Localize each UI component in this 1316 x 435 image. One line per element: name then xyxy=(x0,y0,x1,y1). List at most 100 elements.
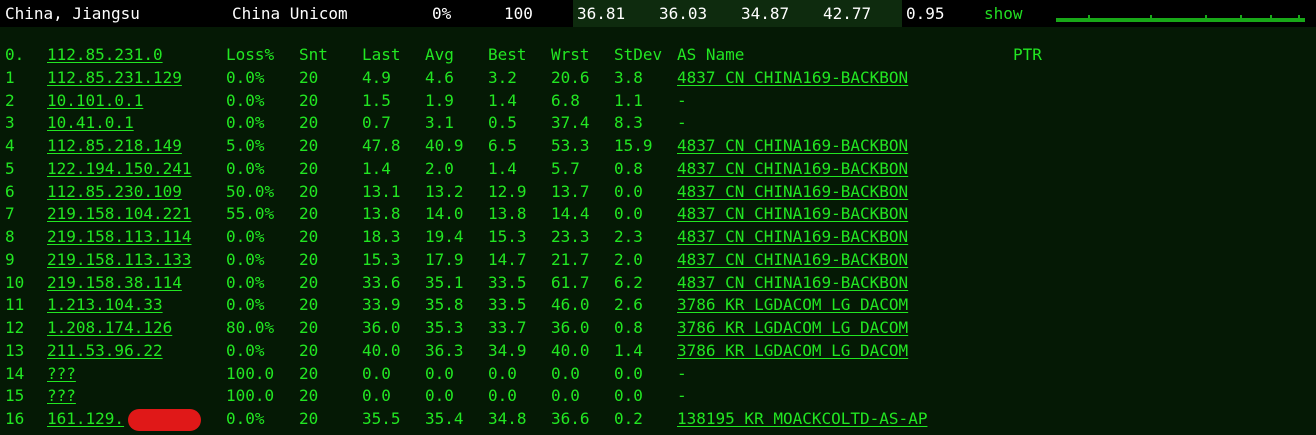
snt-cell: 20 xyxy=(299,113,319,133)
last-cell: 36.0 xyxy=(362,318,401,337)
show-button[interactable]: show xyxy=(984,0,1023,27)
snt-cell: 20 xyxy=(299,272,319,292)
wrst-cell: 61.7 xyxy=(551,272,590,292)
last-cell: 0.0 xyxy=(362,363,391,383)
stdev-cell: 0.2 xyxy=(614,409,643,428)
asname-cell[interactable]: 3786 KR LGDACOM LG DACOM xyxy=(677,340,908,362)
asname-cell[interactable]: 3786 KR LGDACOM LG DACOM xyxy=(677,294,908,316)
avg-cell: 36.3 xyxy=(425,340,464,360)
stdev-cell: 2.6 xyxy=(614,295,643,315)
asname-cell[interactable]: 4837 CN CHINA169-BACKBON xyxy=(677,249,908,271)
asname-cell[interactable]: 4837 CN CHINA169-BACKBON xyxy=(677,135,908,157)
best-cell: 0.5 xyxy=(488,113,517,133)
hop-number: 6 xyxy=(5,181,15,201)
hop-host-link[interactable]: 219.158.113.133 xyxy=(47,249,192,271)
best-cell: 15.3 xyxy=(488,227,527,246)
hop-host-link[interactable]: 219.158.104.221 xyxy=(47,203,192,225)
snt-header: Snt xyxy=(299,45,328,64)
hop-number: 11 xyxy=(5,295,25,315)
hop-number: 1 xyxy=(5,67,15,87)
loss-cell: 0.0% xyxy=(226,272,265,292)
best-value: 34.87 xyxy=(741,4,790,23)
asname-cell[interactable]: 4837 CN CHINA169-BACKBON xyxy=(677,272,908,294)
avg-cell: 35.3 xyxy=(425,318,464,337)
last-cell: 33.9 xyxy=(362,295,401,315)
last-value: 36.81 xyxy=(577,4,626,23)
wrst-cell: 23.3 xyxy=(551,227,590,246)
hop-host-link[interactable]: 1.213.104.33 xyxy=(47,294,163,316)
hop-host-link[interactable]: 1.208.174.126 xyxy=(47,317,172,339)
avg-cell: 3.1 xyxy=(425,113,454,133)
isp-label: China Unicom xyxy=(232,4,348,23)
asname-cell: - xyxy=(677,113,687,133)
hop-host-link[interactable]: 10.101.0.1 xyxy=(47,90,143,112)
asname-cell[interactable]: 4837 CN CHINA169-BACKBON xyxy=(677,203,908,225)
hop-host-link[interactable]: 112.85.231.129 xyxy=(47,67,182,89)
asname-cell: - xyxy=(677,386,687,406)
table-row: 3 10.41.0.1 0.0% 20 0.7 3.1 0.5 37.4 8.3 - xyxy=(0,112,1316,134)
stdev-cell: 15.9 xyxy=(614,136,653,155)
hop-host-link[interactable]: ??? xyxy=(47,385,76,407)
sparkline-tick xyxy=(1240,15,1242,18)
asname-cell[interactable]: 4837 CN CHINA169-BACKBON xyxy=(677,226,908,248)
hop-host-link[interactable]: 161.129. xyxy=(47,408,124,430)
snt-cell: 20 xyxy=(299,67,319,87)
hop-host-link[interactable]: 10.41.0.1 xyxy=(47,112,134,134)
asname-cell[interactable]: 3786 KR LGDACOM LG DACOM xyxy=(677,317,908,339)
avg-cell: 35.1 xyxy=(425,272,464,292)
best-cell: 3.2 xyxy=(488,67,517,87)
table-row: 4 112.85.218.149 5.0% 20 47.8 40.9 6.5 53.3 15.9… xyxy=(0,135,1316,157)
table-row: 12 1.208.174.126 80.0% 20 36.0 35.3 33.7 36.0 0.… xyxy=(0,317,1316,339)
best-cell: 0.0 xyxy=(488,386,517,406)
avg-cell: 4.6 xyxy=(425,67,454,87)
snt-cell: 20 xyxy=(299,136,319,155)
redaction-mark xyxy=(128,409,201,431)
best-cell: 12.9 xyxy=(488,181,527,201)
last-cell: 1.5 xyxy=(362,90,391,110)
hop-host-link[interactable]: 219.158.113.114 xyxy=(47,226,192,248)
hop-host-link[interactable]: 122.194.150.241 xyxy=(47,158,192,180)
sparkline-tick xyxy=(1205,15,1207,18)
loss-cell: 0.0% xyxy=(226,249,265,269)
hop-host-link[interactable]: 211.53.96.22 xyxy=(47,340,163,362)
snt-cell: 20 xyxy=(299,295,319,315)
last-cell: 13.8 xyxy=(362,204,401,224)
hop-host-link[interactable]: 112.85.218.149 xyxy=(47,135,182,157)
hop-number: 14 xyxy=(5,363,25,383)
avg-cell: 0.0 xyxy=(425,363,454,383)
last-cell: 40.0 xyxy=(362,340,401,360)
hop-number: 10 xyxy=(5,272,25,292)
snt-cell: 20 xyxy=(299,318,319,337)
last-cell: 0.0 xyxy=(362,386,391,406)
summary-bar: China, Jiangsu China Unicom 0% 100 36.81… xyxy=(0,0,1316,27)
table-row: 5 122.194.150.241 0.0% 20 1.4 2.0 1.4 5.7 0.8 483… xyxy=(0,158,1316,180)
last-cell: 0.7 xyxy=(362,113,391,133)
hop-host-link[interactable]: ??? xyxy=(47,363,76,385)
wrst-cell: 21.7 xyxy=(551,249,590,269)
wrst-cell: 0.0 xyxy=(551,363,580,383)
loss-cell: 100.0 xyxy=(226,386,275,406)
asname-cell[interactable]: 4837 CN CHINA169-BACKBON xyxy=(677,158,908,180)
target-host-link[interactable]: 112.85.231.0 xyxy=(47,44,163,66)
best-cell: 14.7 xyxy=(488,249,527,269)
avg-cell: 0.0 xyxy=(425,386,454,406)
asname-cell[interactable]: 4837 CN CHINA169-BACKBON xyxy=(677,67,908,89)
sparkline-tick xyxy=(1150,15,1152,18)
avg-cell: 40.9 xyxy=(425,136,464,155)
best-cell: 33.5 xyxy=(488,295,527,315)
wrst-cell: 36.0 xyxy=(551,318,590,337)
table-header-row: 0. 112.85.231.0 Loss% Snt Last Avg Best … xyxy=(0,44,1316,66)
table-row: 16 161.129. 0.0% 20 35.5 35.4 34.8 36.6 0.2 13819… xyxy=(0,408,1316,431)
asname-cell[interactable]: 4837 CN CHINA169-BACKBON xyxy=(677,181,908,203)
best-cell: 34.9 xyxy=(488,340,527,360)
hop-host-link[interactable]: 219.158.38.114 xyxy=(47,272,182,294)
avg-cell: 35.4 xyxy=(425,409,464,428)
hop-host-link[interactable]: 112.85.230.109 xyxy=(47,181,182,203)
hop-number: 12 xyxy=(5,318,25,337)
wrst-cell: 46.0 xyxy=(551,295,590,315)
loss-cell: 100.0 xyxy=(226,363,275,383)
asname-cell[interactable]: 138195 KR MOACKCOLTD-AS-AP xyxy=(677,408,927,430)
snt-cell: 20 xyxy=(299,249,319,269)
best-cell: 0.0 xyxy=(488,363,517,383)
stdev-cell: 2.0 xyxy=(614,249,643,269)
